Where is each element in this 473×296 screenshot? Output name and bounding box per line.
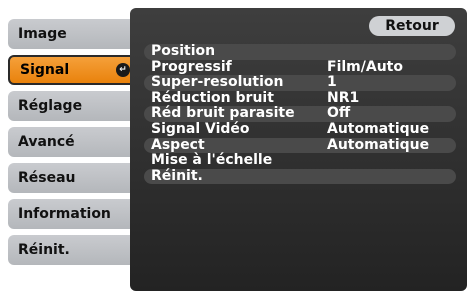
setting-label: Aspect [151,136,205,153]
setting-signal-video[interactable]: Signal Vidéo Automatique [144,120,456,138]
setting-value: NR1 [327,89,360,106]
setting-value: Automatique [327,136,430,153]
tab-reinit[interactable]: Réinit. [8,235,130,265]
tab-signal[interactable]: Signal ↵ [8,55,140,85]
tab-label: Information [18,206,111,222]
setting-mise-a-lechelle[interactable]: Mise à l'échelle [144,153,456,169]
setting-progressif[interactable]: Progressif Film/Auto [144,58,456,76]
setting-label: Mise à l'échelle [151,152,273,169]
setting-reinit[interactable]: Réinit. [144,167,456,185]
setting-label: Super-resolution [151,74,284,91]
setting-value: 1 [327,74,337,91]
setting-aspect[interactable]: Aspect Automatique [144,136,456,154]
tab-label: Avancé [18,134,75,150]
tab-reglage[interactable]: Réglage [8,91,130,121]
tab-image[interactable]: Image [8,19,130,49]
settings-panel: Retour Position Progressif Film/Auto Sup… [130,8,467,291]
tab-label: Réseau [18,170,76,186]
setting-label: Réinit. [151,167,203,184]
setting-label: Progressif [151,58,232,75]
back-button[interactable]: Retour [369,16,455,36]
setting-red-bruit-parasite[interactable]: Réd bruit parasite Off [144,106,456,122]
setting-value: Automatique [327,120,430,137]
tab-avance[interactable]: Avancé [8,127,130,157]
tab-label: Réinit. [18,242,70,258]
tab-label: Image [18,26,67,42]
enter-icon: ↵ [116,63,130,77]
setting-label: Position [151,43,216,59]
setting-label: Réduction bruit [151,89,274,106]
setting-value: Film/Auto [327,58,403,75]
setting-reduction-bruit[interactable]: Réduction bruit NR1 [144,89,456,107]
setting-super-resolution[interactable]: Super-resolution 1 [144,75,456,91]
tab-label: Réglage [18,98,83,114]
setting-label: Signal Vidéo [151,120,250,137]
tab-information[interactable]: Information [8,199,130,229]
tab-label: Signal [20,62,70,78]
setting-position[interactable]: Position [144,43,456,60]
settings-list: Position Progressif Film/Auto Super-reso… [144,43,456,185]
setting-label: Réd bruit parasite [151,105,295,122]
tab-reseau[interactable]: Réseau [8,163,130,193]
setting-value: Off [327,105,351,122]
